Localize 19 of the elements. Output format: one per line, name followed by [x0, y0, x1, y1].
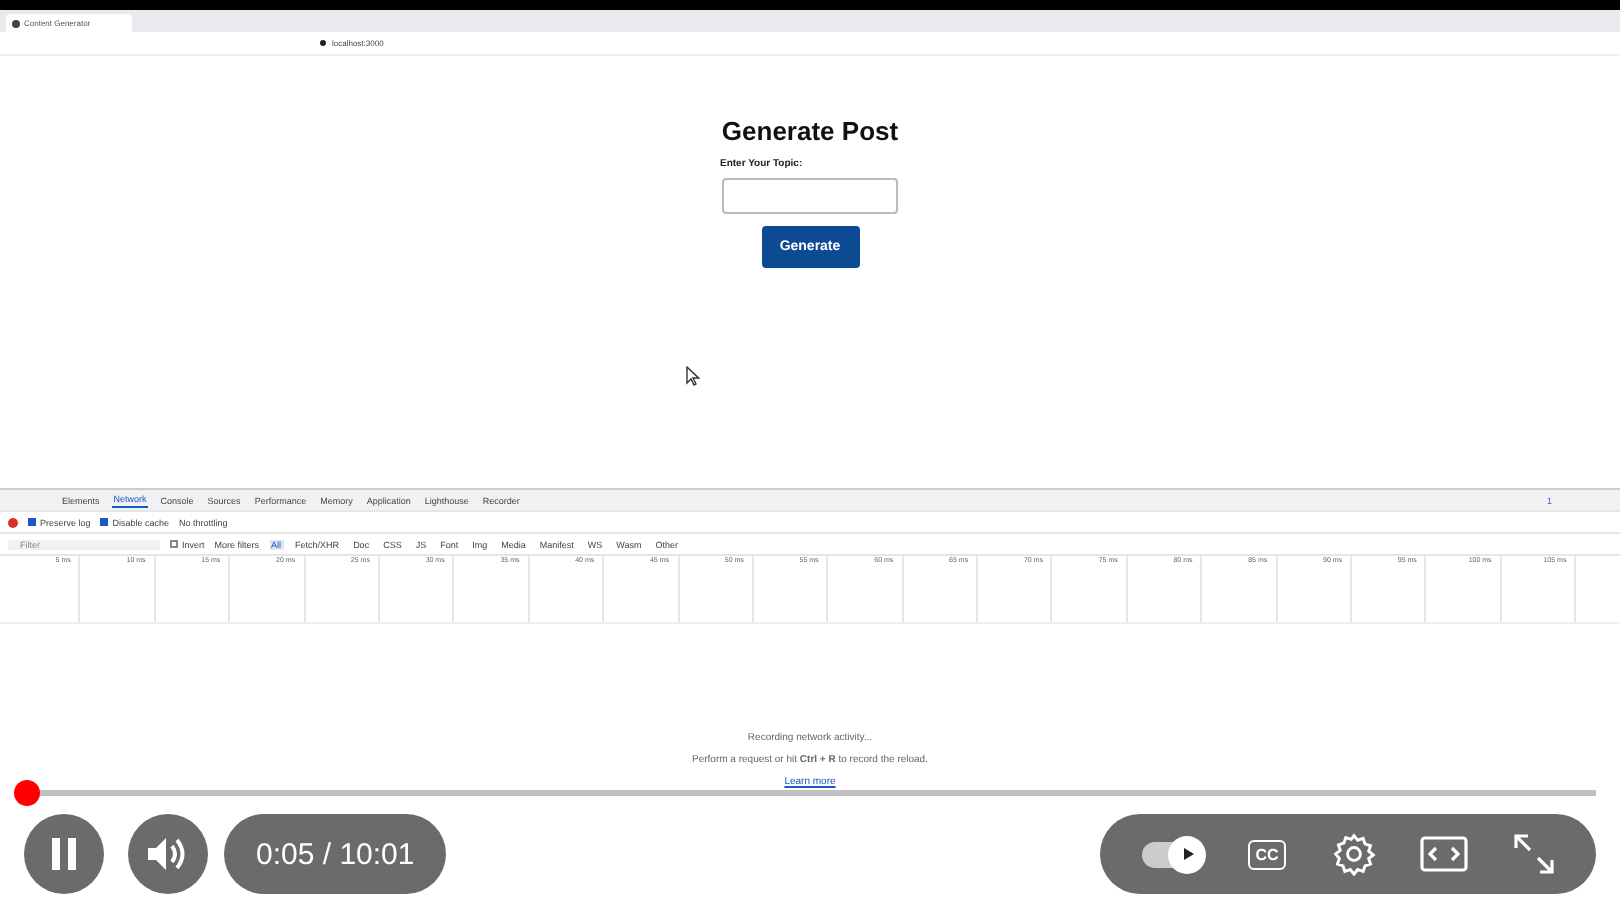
autoplay-toggle[interactable] [1142, 841, 1203, 867]
topic-input[interactable] [722, 178, 898, 214]
pause-icon [48, 836, 80, 872]
time-display: 0:05 / 10:01 [224, 814, 447, 894]
cursor-icon [686, 366, 700, 386]
record-icon[interactable] [8, 517, 18, 527]
invert-checkbox[interactable] [170, 540, 178, 548]
volume-icon [146, 834, 190, 874]
play-pause-button[interactable] [24, 814, 104, 894]
fullscreen-icon[interactable] [1513, 834, 1554, 874]
theater-mode-icon[interactable] [1420, 836, 1469, 872]
volume-button[interactable] [128, 814, 208, 894]
page-title: Generate Post [721, 116, 899, 146]
settings-icon[interactable] [1331, 832, 1376, 876]
captions-button[interactable]: CC [1247, 839, 1287, 869]
preserve-log-checkbox[interactable] [28, 518, 36, 526]
progress-handle[interactable] [14, 780, 41, 806]
disable-cache-checkbox[interactable] [100, 518, 109, 526]
play-icon [1179, 846, 1196, 862]
